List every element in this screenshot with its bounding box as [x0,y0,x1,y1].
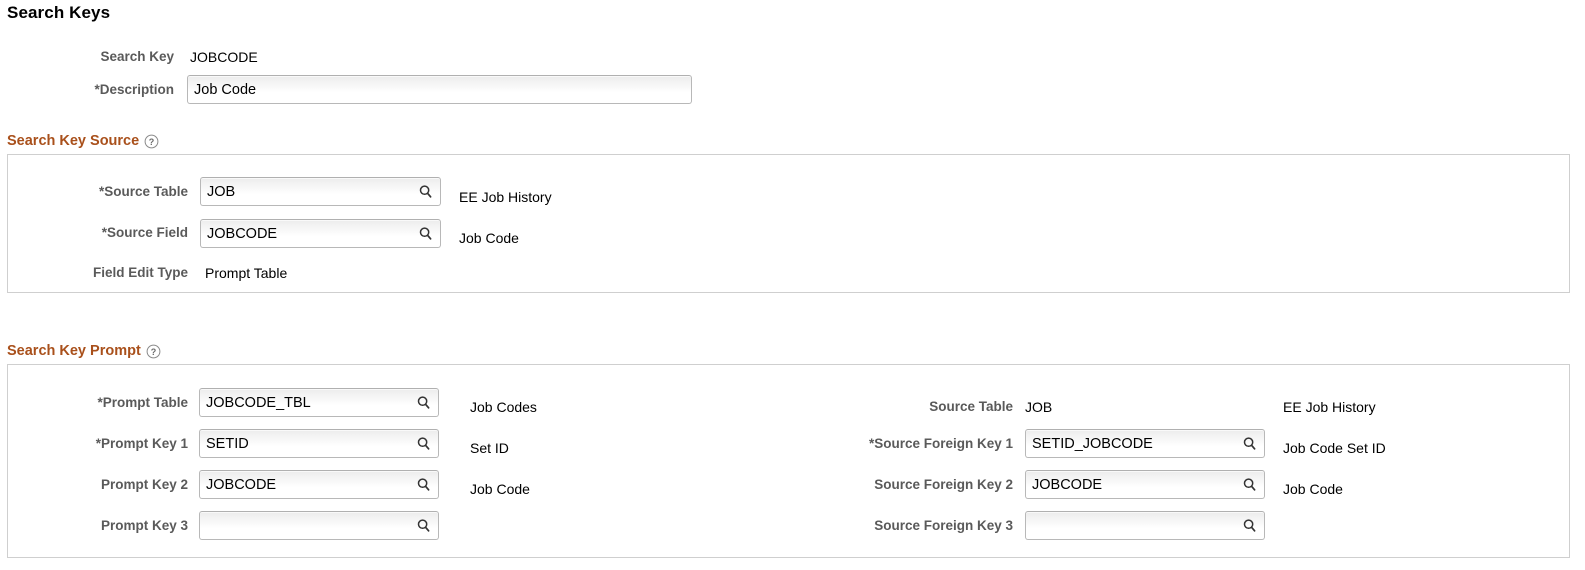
help-circle-icon[interactable]: ? [144,134,159,149]
description-input-value: Job Code [194,81,257,98]
search-key-source-header-label: Search Key Source [7,133,140,149]
field-edit-type-value: Prompt Table [205,265,288,281]
search-key-source-header: Search Key Source ? [7,133,159,149]
magnifier-icon[interactable] [417,183,434,200]
source-table-label: *Source Table [98,184,188,199]
source-foreign-key-2-input[interactable]: JOBCODE [1025,470,1265,499]
source-table-input-value: JOB [207,183,236,200]
prompt-key-2-label: Prompt Key 2 [100,477,188,492]
magnifier-icon[interactable] [1241,476,1258,493]
prompt-key-2-input-value: JOBCODE [206,476,277,493]
source-field-description: Job Code [459,230,519,246]
search-key-value: JOBCODE [190,49,258,65]
prompt-key-2-input[interactable]: JOBCODE [199,470,439,499]
prompt-key-1-description: Set ID [470,440,509,456]
source-foreign-key-3-label: Source Foreign Key 3 [874,518,1013,533]
source-foreign-key-1-input[interactable]: SETID_JOBCODE [1025,429,1265,458]
description-label: *Description [94,82,174,97]
source-table-description: EE Job History [459,189,552,205]
magnifier-icon[interactable] [415,394,432,411]
prompt-source-table-description: EE Job History [1283,399,1376,415]
search-key-prompt-header: Search Key Prompt ? [7,343,161,359]
svg-text:?: ? [151,347,157,357]
prompt-source-table-value: JOB [1025,399,1053,415]
prompt-source-table-label: Source Table [929,399,1013,414]
prompt-table-label: *Prompt Table [97,395,188,410]
prompt-key-3-label: Prompt Key 3 [100,518,188,533]
prompt-key-2-description: Job Code [470,481,530,497]
prompt-table-input-value: JOBCODE_TBL [206,394,311,411]
prompt-key-1-label: *Prompt Key 1 [95,436,188,451]
prompt-key-1-input[interactable]: SETID [199,429,439,458]
field-edit-type-label: Field Edit Type [92,265,188,280]
source-foreign-key-2-description: Job Code [1283,481,1343,497]
magnifier-icon[interactable] [415,435,432,452]
source-foreign-key-1-input-value: SETID_JOBCODE [1032,435,1153,452]
source-foreign-key-1-label: *Source Foreign Key 1 [868,436,1013,451]
magnifier-icon[interactable] [415,476,432,493]
page-title: Search Keys [7,3,111,22]
description-input[interactable]: Job Code [187,75,692,104]
prompt-key-3-input[interactable] [199,511,439,540]
svg-text:?: ? [149,137,155,147]
help-circle-icon[interactable]: ? [146,344,161,359]
prompt-table-input[interactable]: JOBCODE_TBL [199,388,439,417]
magnifier-icon[interactable] [417,225,434,242]
source-field-label: *Source Field [101,225,188,240]
source-foreign-key-1-description: Job Code Set ID [1283,440,1386,456]
source-table-input[interactable]: JOB [200,177,441,206]
source-foreign-key-3-input[interactable] [1025,511,1265,540]
magnifier-icon[interactable] [415,517,432,534]
search-key-prompt-header-label: Search Key Prompt [7,343,141,359]
prompt-key-1-input-value: SETID [206,435,249,452]
search-key-label: Search Key [100,49,174,64]
magnifier-icon[interactable] [1241,435,1258,452]
prompt-table-description: Job Codes [470,399,537,415]
magnifier-icon[interactable] [1241,517,1258,534]
source-foreign-key-2-label: Source Foreign Key 2 [874,477,1013,492]
source-field-input[interactable]: JOBCODE [200,219,441,248]
source-field-input-value: JOBCODE [207,225,278,242]
source-foreign-key-2-input-value: JOBCODE [1032,476,1103,493]
